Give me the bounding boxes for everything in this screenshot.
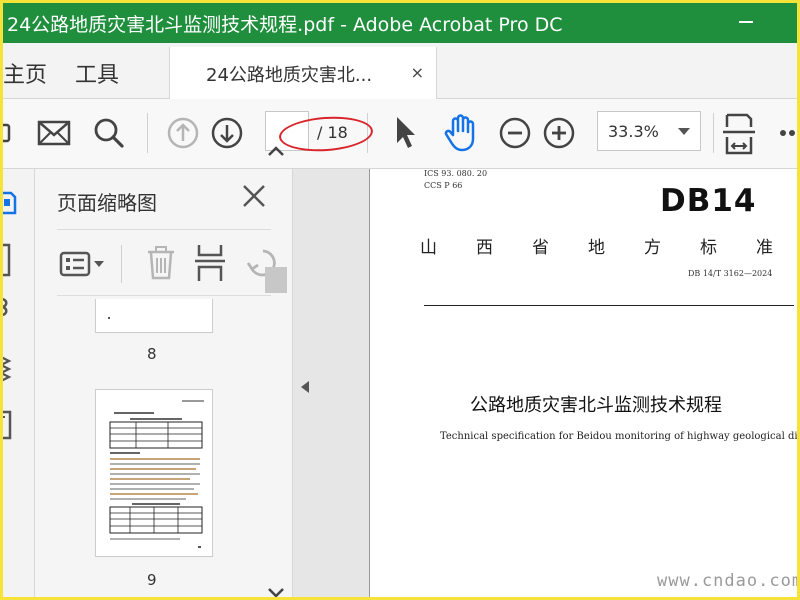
thumbnail-label: 9 — [147, 571, 157, 589]
attachments-icon[interactable] — [0, 295, 13, 319]
tab-document-label: 24公路地质灾害北... — [206, 65, 373, 86]
doc-ics-code: ICS 93. 080. 20 — [424, 169, 488, 178]
hand-tool-icon[interactable] — [443, 113, 479, 153]
tab-document[interactable]: 24公路地质灾害北... × — [169, 47, 437, 99]
doc-standard-number: DB 14/T 3162—2024 — [688, 269, 773, 278]
print-icon[interactable] — [0, 119, 13, 147]
tab-tools[interactable]: 工具 — [75, 57, 119, 89]
app-window: 24公路地质灾害北斗监测技术规程.pdf - Adobe Acrobat Pro… — [0, 0, 800, 600]
thumbnail-content — [109, 400, 204, 548]
minimize-button[interactable] — [739, 21, 753, 23]
scrollbar-thumb[interactable] — [265, 267, 287, 293]
doc-standard-logo: DB14 — [660, 183, 757, 219]
title-bar: 24公路地质灾害北斗监测技术规程.pdf - Adobe Acrobat Pro… — [3, 3, 797, 43]
scroll-up-icon[interactable] — [265, 143, 287, 159]
divider — [57, 295, 271, 296]
navigation-rail — [0, 169, 35, 597]
doc-title-english: Technical specification for Beidou monit… — [440, 431, 800, 442]
bookmarks-icon[interactable] — [0, 243, 13, 279]
chevron-down-icon — [678, 128, 690, 135]
search-icon[interactable] — [93, 117, 125, 149]
panel-title: 页面缩略图 — [57, 191, 157, 215]
doc-title-chinese: 公路地质灾害北斗监测技术规程 — [470, 395, 722, 416]
zoom-dropdown[interactable]: 33.3% — [597, 111, 701, 151]
toolbar-separator — [147, 113, 148, 153]
options-menu-icon[interactable] — [59, 249, 107, 279]
collapse-panel-icon[interactable] — [301, 381, 309, 393]
next-page-icon[interactable] — [211, 117, 243, 149]
more-tools-icon[interactable] — [779, 129, 800, 137]
thumbnails-panel: 页面缩略图 8 9 — [35, 169, 293, 597]
toolbar-separator — [713, 113, 714, 153]
doc-province-heading: 山西省地方标准 — [420, 238, 800, 258]
select-pointer-icon[interactable] — [393, 115, 419, 151]
thumbnail-scrollbar[interactable] — [261, 139, 289, 600]
previous-page-icon[interactable] — [167, 117, 199, 149]
window-title: 24公路地质灾害北斗监测技术规程.pdf - Adobe Acrobat Pro… — [7, 13, 563, 36]
layers-icon[interactable] — [0, 355, 13, 383]
divider — [57, 229, 271, 230]
zoom-in-icon[interactable] — [543, 117, 575, 149]
thumbnail-list: 8 9 — [35, 299, 265, 597]
thumbnail-page-9[interactable] — [95, 389, 213, 557]
zoom-out-icon[interactable] — [499, 117, 531, 149]
watermark: www.cndao.com — [657, 571, 800, 591]
zoom-value: 33.3% — [608, 122, 659, 141]
panel-toolbar — [35, 239, 293, 295]
doc-ccs-code: CCS P 66 — [424, 181, 463, 190]
doc-divider — [424, 305, 794, 306]
divider — [121, 245, 122, 283]
thumbnail-content — [108, 317, 110, 319]
email-icon[interactable] — [37, 119, 71, 147]
scroll-down-icon[interactable] — [265, 585, 287, 600]
fit-page-icon[interactable] — [723, 113, 755, 155]
thumbnail-page-8[interactable] — [95, 299, 213, 333]
delete-page-icon[interactable] — [145, 245, 177, 281]
page-thumbnails-icon[interactable] — [0, 189, 17, 217]
thumbnail-label: 8 — [147, 345, 157, 363]
document-page: ICS 93. 080. 20 CCS P 66 DB14 山西省地方标准 DB… — [369, 169, 800, 597]
signatures-icon[interactable] — [0, 409, 13, 441]
toolbar: / 18 33.3% — [0, 99, 800, 169]
insert-page-icon[interactable] — [195, 243, 225, 283]
tab-close-button[interactable]: × — [411, 63, 424, 82]
tab-home[interactable]: 主页 — [3, 57, 47, 89]
tab-bar: 主页 工具 24公路地质灾害北... × — [3, 43, 797, 99]
